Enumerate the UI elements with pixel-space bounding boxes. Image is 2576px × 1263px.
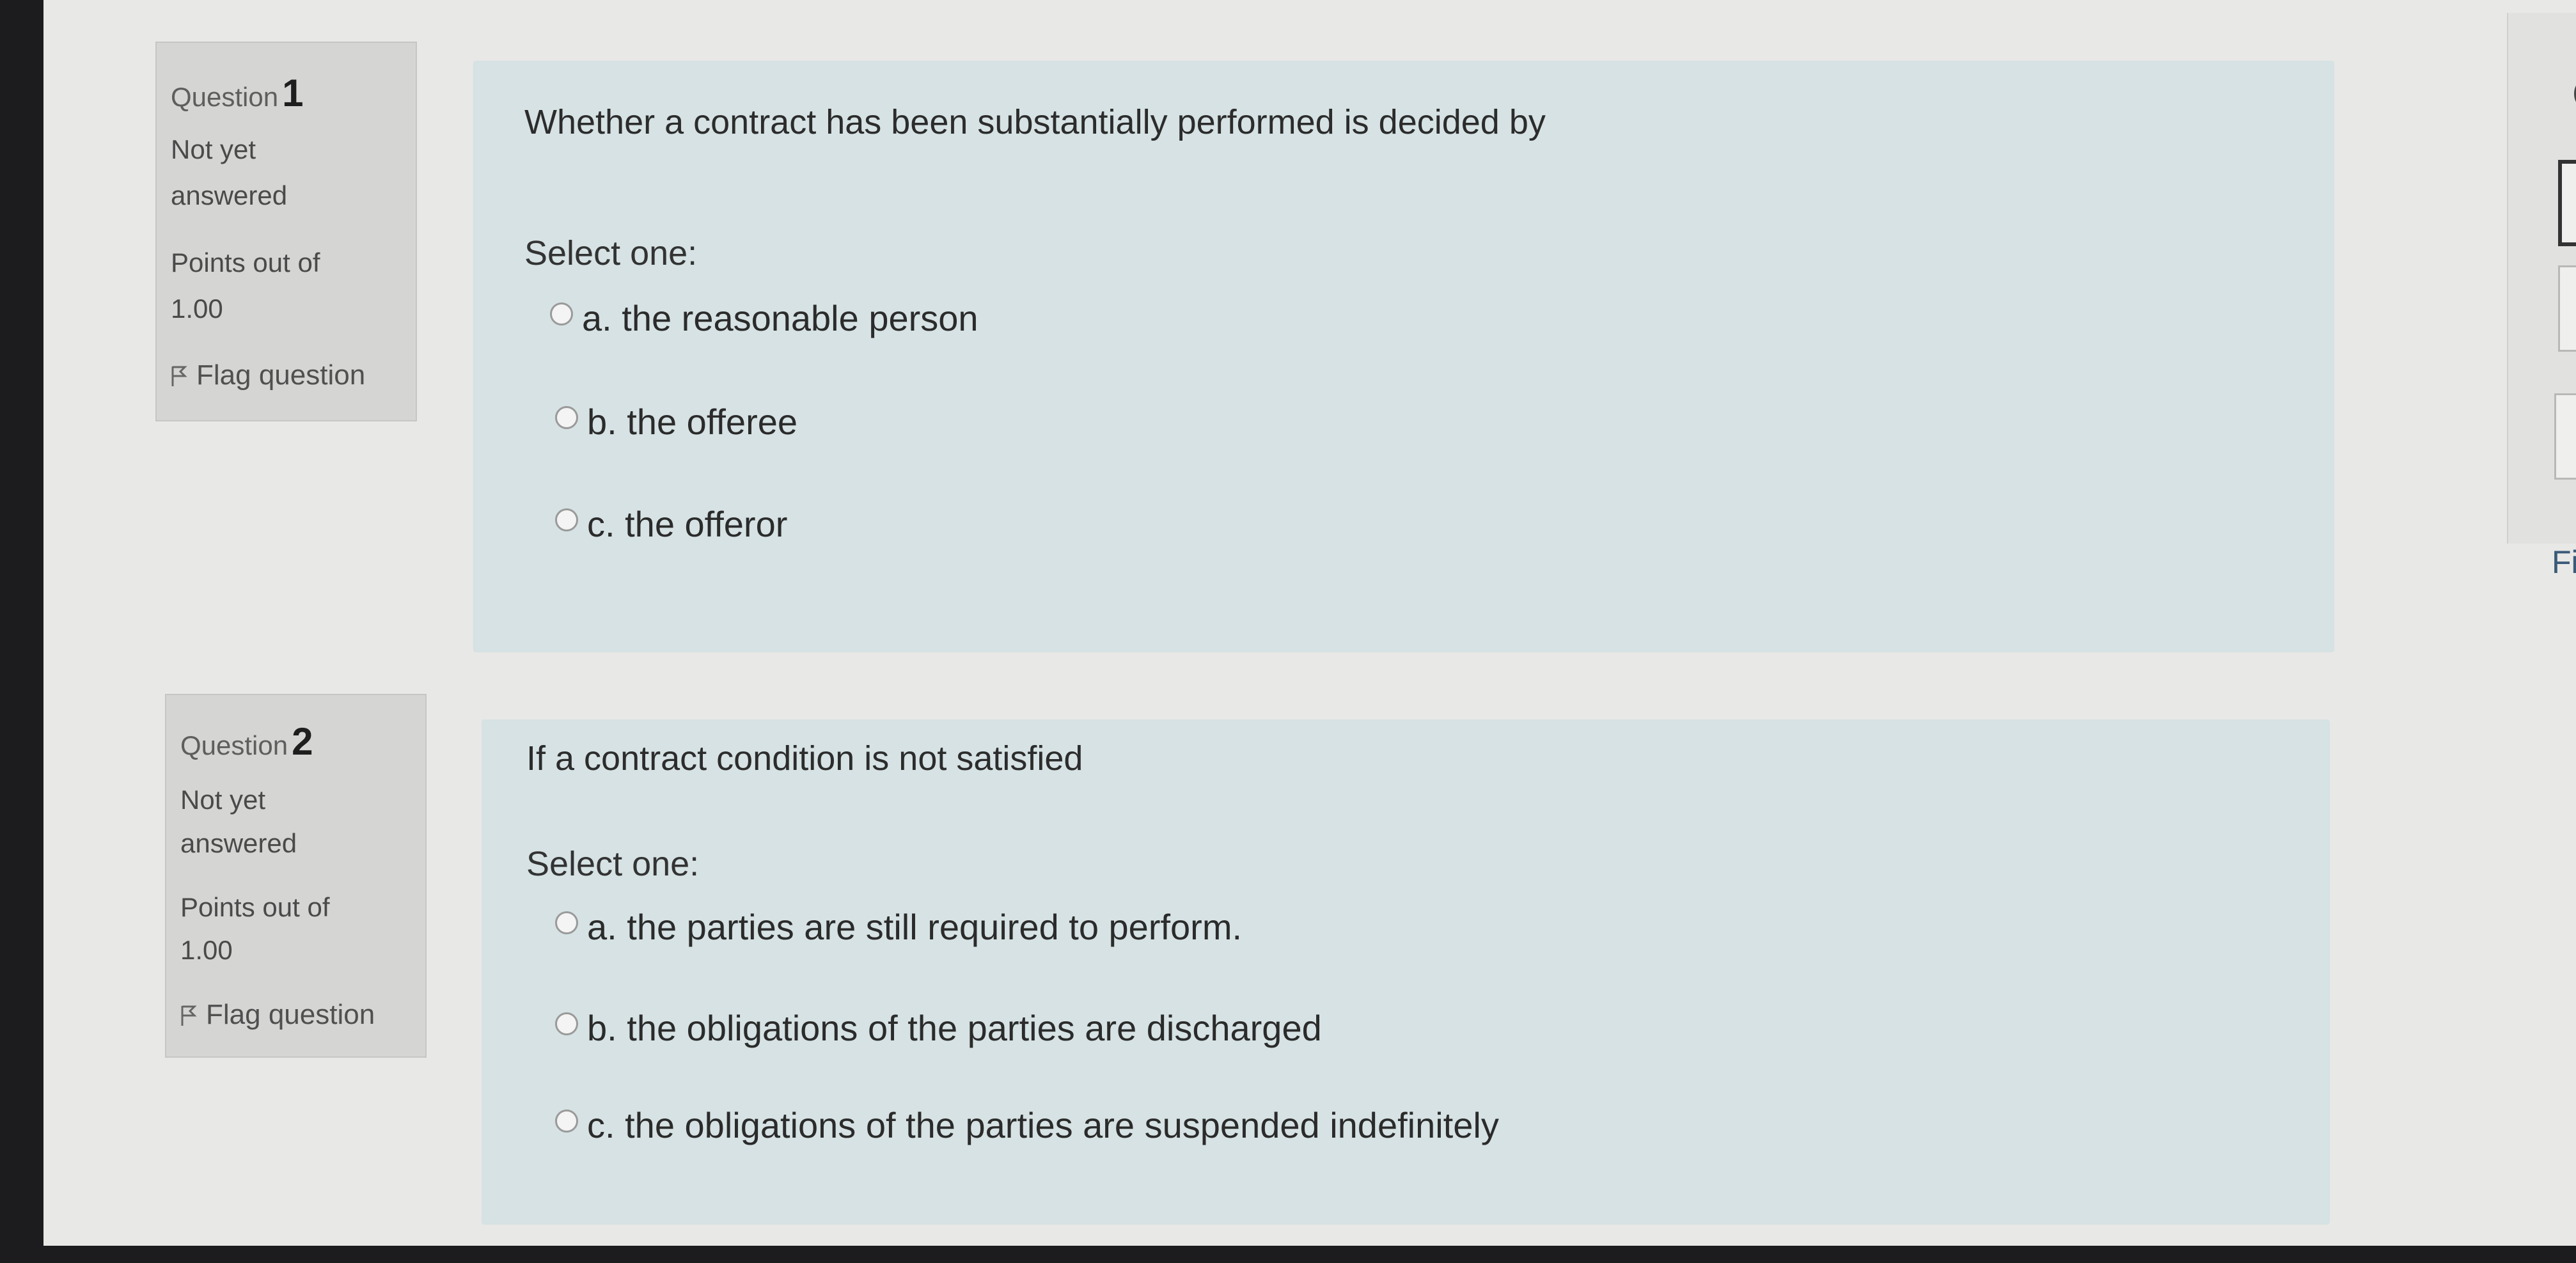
question-info-1: Question 1 Not yet answered Points out of… xyxy=(155,42,417,421)
points-label: Points out of xyxy=(171,247,320,278)
flag-question-link[interactable]: Flag question xyxy=(180,999,375,1031)
select-one-label: Select one: xyxy=(524,234,698,272)
points-value: 1.00 xyxy=(180,935,233,965)
option-c-label[interactable]: c. the offeror xyxy=(587,503,787,545)
question-content-1: Whether a contract has been substantiall… xyxy=(473,61,2334,652)
option-c-label[interactable]: c. the obligations of the parties are su… xyxy=(587,1104,1499,1146)
status-line-2: answered xyxy=(180,828,297,858)
flag-icon xyxy=(181,1005,197,1026)
points-label: Points out of xyxy=(180,892,330,922)
option-b-radio[interactable] xyxy=(555,1012,578,1035)
question-content-2: If a contract condition is not satisfied… xyxy=(482,719,2330,1225)
finish-attempt-link[interactable]: Finis xyxy=(2552,544,2576,581)
question-info-2: Question 2 Not yet answered Points out of… xyxy=(165,694,427,1058)
option-b-radio[interactable] xyxy=(555,406,578,429)
nav-question-11[interactable]: 11 xyxy=(2554,393,2576,480)
status-line-1: Not yet xyxy=(171,134,256,164)
quiz-navigation: Qu 1 6 11 Finis xyxy=(2507,13,2576,580)
select-one-label: Select one: xyxy=(526,845,700,883)
option-c-radio[interactable] xyxy=(555,508,578,531)
points-value: 1.00 xyxy=(171,294,223,324)
quiz-navigation-title: Qu xyxy=(2572,70,2576,118)
question-text: Whether a contract has been substantiall… xyxy=(524,103,1546,141)
option-a-radio[interactable] xyxy=(555,911,578,934)
quiz-page: Question 1 Not yet answered Points out of… xyxy=(43,0,2576,1246)
option-b-label[interactable]: b. the offeree xyxy=(587,401,797,443)
question-text: If a contract condition is not satisfied xyxy=(526,739,1083,778)
status-line-2: answered xyxy=(171,180,288,210)
flag-icon xyxy=(171,366,187,386)
option-a-label[interactable]: a. the reasonable person xyxy=(582,297,978,339)
option-b-label[interactable]: b. the obligations of the parties are di… xyxy=(587,1007,1322,1049)
status-line-1: Not yet xyxy=(180,785,266,815)
option-c-radio[interactable] xyxy=(555,1110,578,1133)
nav-question-1[interactable]: 1 xyxy=(2558,160,2576,246)
nav-question-6[interactable]: 6 xyxy=(2558,265,2576,352)
option-a-radio[interactable] xyxy=(550,302,573,326)
option-a-label[interactable]: a. the parties are still required to per… xyxy=(587,906,1242,948)
flag-question-link[interactable]: Flag question xyxy=(171,359,365,391)
question-label: Question 2 xyxy=(180,720,313,763)
question-label: Question 1 xyxy=(171,72,304,114)
